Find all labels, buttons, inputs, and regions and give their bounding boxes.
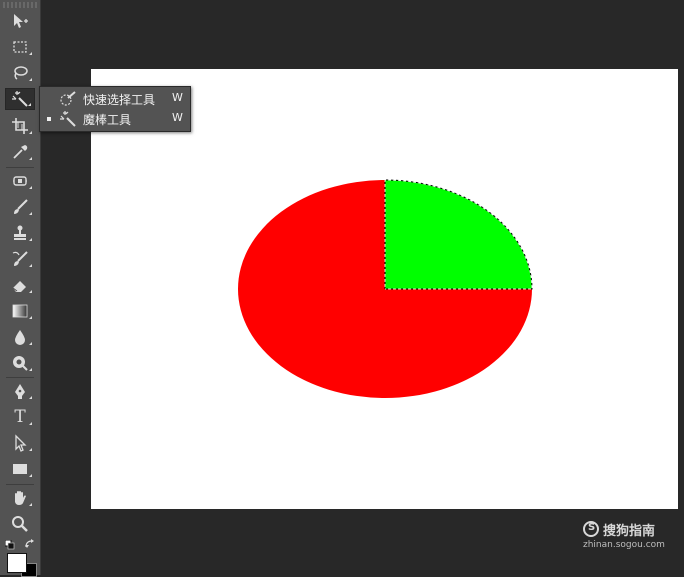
blur-tool[interactable]: [5, 326, 35, 348]
flyout-item-label: 魔棒工具: [83, 113, 132, 127]
toolbar-separator: [6, 377, 34, 378]
watermark-brand: 搜狗指南: [603, 524, 656, 539]
lasso-tool[interactable]: [5, 62, 35, 84]
document-canvas[interactable]: [91, 69, 678, 509]
quick-selection-icon: [60, 91, 76, 106]
panel-grip[interactable]: [3, 2, 37, 8]
dodge-tool[interactable]: [5, 352, 35, 374]
selected-bullet-icon: [47, 117, 51, 121]
magic-wand-icon: [12, 91, 28, 107]
crop-tool[interactable]: [5, 115, 35, 137]
flyout-item-quick-selection[interactable]: 快速选择工具 W: [40, 89, 190, 109]
selection-tool-flyout: 快速选择工具 W 魔棒工具 W: [39, 86, 191, 132]
brush-tool[interactable]: [5, 196, 35, 218]
zoom-tool[interactable]: [5, 513, 35, 535]
pen-tool[interactable]: [5, 380, 35, 402]
submenu-indicator: [29, 448, 32, 451]
marquee-icon: [13, 41, 27, 53]
eyedropper-tool[interactable]: [5, 141, 35, 163]
zoom-icon: [12, 516, 28, 532]
swap-colors-icon[interactable]: [25, 539, 35, 549]
tools-panel: T: [0, 0, 41, 577]
submenu-indicator: [28, 103, 31, 106]
submenu-indicator: [29, 157, 32, 160]
type-icon: T: [14, 407, 26, 427]
rectangle-tool[interactable]: [5, 458, 35, 480]
submenu-indicator: [29, 238, 32, 241]
dodge-icon: [13, 356, 28, 371]
flyout-item-label: 快速选择工具: [83, 93, 156, 107]
stamp-icon: [14, 225, 26, 240]
submenu-indicator: [29, 78, 32, 81]
brush-icon: [14, 199, 28, 214]
submenu-indicator: [29, 316, 32, 319]
flyout-item-shortcut: W: [172, 111, 183, 124]
rectangular-marquee-tool[interactable]: [5, 36, 35, 58]
submenu-indicator: [29, 342, 32, 345]
submenu-indicator: [29, 422, 32, 425]
eyedropper-icon: [13, 145, 28, 159]
green-quadrant-region: [385, 180, 532, 289]
gradient-tool[interactable]: [5, 300, 35, 322]
lasso-icon: [14, 66, 28, 80]
submenu-indicator: [29, 290, 32, 293]
flyout-item-magic-wand[interactable]: 魔棒工具 W: [40, 109, 190, 129]
arrow-icon: [15, 434, 27, 452]
hand-tool[interactable]: [5, 487, 35, 509]
watermark-url: zhinan.sogou.com: [583, 540, 665, 550]
submenu-indicator: [29, 368, 32, 371]
sogou-watermark: S 搜狗指南 zhinan.sogou.com: [581, 520, 681, 556]
submenu-indicator: [29, 52, 32, 55]
submenu-indicator: [29, 503, 32, 506]
type-tool[interactable]: T: [5, 406, 35, 428]
foreground-color-swatch[interactable]: [7, 553, 27, 573]
history-brush-icon: [12, 251, 28, 266]
gradient-icon: [12, 304, 28, 318]
eraser-tool[interactable]: [5, 274, 35, 296]
drop-icon: [15, 330, 25, 345]
rectangle-icon: [13, 464, 27, 474]
canvas-artwork: [238, 179, 533, 398]
bandage-icon: [13, 176, 27, 186]
eraser-icon: [12, 281, 26, 292]
submenu-indicator: [29, 212, 32, 215]
color-swatches: [2, 536, 38, 577]
clone-stamp-tool[interactable]: [5, 222, 35, 244]
move-tool[interactable]: [5, 10, 35, 32]
flyout-item-shortcut: W: [172, 91, 183, 104]
submenu-indicator: [29, 474, 32, 477]
sogou-logo-icon: S: [583, 521, 599, 537]
toolbar-separator: [6, 484, 34, 485]
submenu-indicator: [29, 186, 32, 189]
crop-icon: [12, 118, 28, 134]
default-colors-icon[interactable]: [5, 540, 15, 550]
logo-glyph: S: [588, 522, 596, 533]
submenu-indicator: [29, 264, 32, 267]
pen-icon: [15, 384, 25, 399]
move-icon: [14, 14, 28, 28]
submenu-indicator: [29, 131, 32, 134]
toolbar-separator: [6, 167, 34, 168]
submenu-indicator: [29, 396, 32, 399]
hand-icon: [15, 491, 26, 505]
spot-healing-tool[interactable]: [5, 170, 35, 192]
magic-wand-tool[interactable]: [5, 88, 35, 110]
magic-wand-icon: [60, 111, 76, 127]
history-brush-tool[interactable]: [5, 248, 35, 270]
path-selection-tool[interactable]: [5, 432, 35, 454]
